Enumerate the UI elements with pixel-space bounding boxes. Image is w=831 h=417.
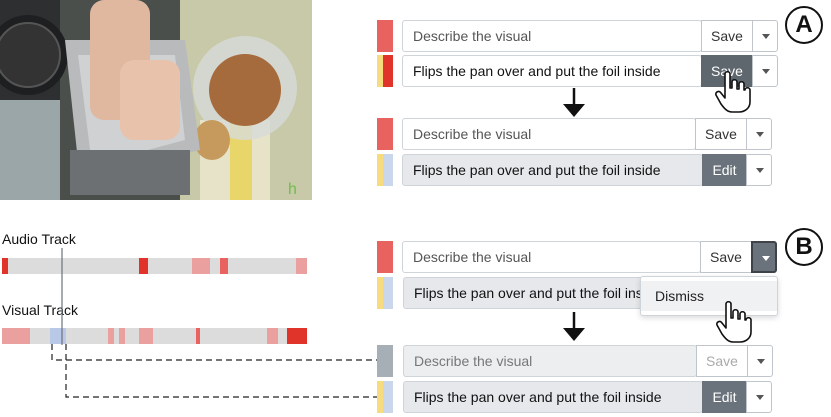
audio-marker xyxy=(377,20,393,52)
visual-marker-right xyxy=(383,55,393,87)
dropdown-toggle[interactable] xyxy=(751,241,777,273)
caret-down-icon xyxy=(757,359,765,364)
audio-marker xyxy=(377,118,393,150)
dropdown-toggle[interactable] xyxy=(746,381,772,413)
caret-down-icon xyxy=(756,132,764,137)
dropdown-menu: Dismiss xyxy=(640,276,778,316)
caret-down-icon xyxy=(762,69,770,74)
save-button[interactable]: Save xyxy=(696,345,748,377)
save-button[interactable]: Save xyxy=(695,118,747,150)
save-button[interactable]: Save xyxy=(700,241,752,273)
panel-a-badge: A xyxy=(785,6,823,44)
panel-b-badge: B xyxy=(785,228,823,266)
visual-description-field[interactable]: Flips the pan over and put the foil insi… xyxy=(403,277,653,309)
visual-description-field[interactable]: Flips the pan over and put the foil insi… xyxy=(403,381,703,413)
hand-cursor-icon xyxy=(715,70,751,113)
visual-marker-right xyxy=(383,277,393,309)
hand-cursor-icon xyxy=(716,300,752,343)
caret-down-icon xyxy=(762,256,770,261)
visual-description-input[interactable]: Flips the pan over and put the foil insi… xyxy=(402,55,702,87)
description-input[interactable]: Describe the visual xyxy=(402,20,702,52)
caret-down-icon xyxy=(756,395,764,400)
visual-marker-right xyxy=(383,381,393,413)
visual-marker-right xyxy=(383,154,393,186)
gray-marker xyxy=(377,345,393,377)
description-input[interactable]: Describe the visual xyxy=(402,118,696,150)
down-arrow-icon xyxy=(563,312,585,341)
visual-description-field[interactable]: Flips the pan over and put the foil insi… xyxy=(402,154,703,186)
dropdown-toggle[interactable] xyxy=(747,345,773,377)
dropdown-toggle[interactable] xyxy=(752,20,778,52)
dropdown-toggle[interactable] xyxy=(752,55,778,87)
dropdown-toggle[interactable] xyxy=(746,154,772,186)
caret-down-icon xyxy=(756,168,764,173)
description-input[interactable]: Describe the visual xyxy=(403,345,697,377)
down-arrow-icon xyxy=(563,88,585,117)
save-button[interactable]: Save xyxy=(701,20,753,52)
caret-down-icon xyxy=(762,34,770,39)
edit-button[interactable]: Edit xyxy=(702,381,747,413)
audio-marker xyxy=(377,241,393,273)
description-input[interactable]: Describe the visual xyxy=(402,241,701,273)
dropdown-toggle[interactable] xyxy=(746,118,772,150)
edit-button[interactable]: Edit xyxy=(702,154,747,186)
dismiss-menu-item[interactable]: Dismiss xyxy=(641,281,777,311)
